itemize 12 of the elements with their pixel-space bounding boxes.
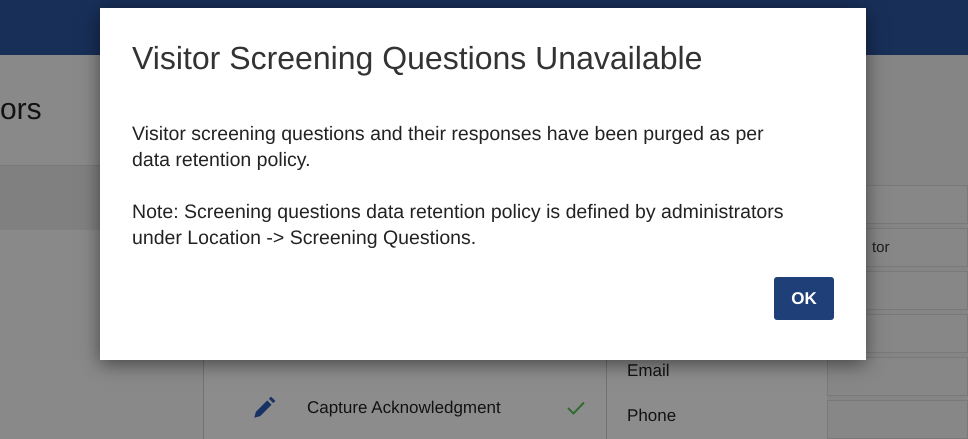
field-value: tor: [871, 239, 890, 256]
ok-button[interactable]: OK: [774, 277, 834, 320]
pen-icon: [251, 395, 277, 421]
dialog-title: Visitor Screening Questions Unavailable: [132, 40, 704, 77]
step-label: Capture Acknowledgment: [307, 398, 502, 418]
field-label: Email: [627, 360, 670, 381]
input-field[interactable]: [827, 357, 968, 396]
dialog-message: Visitor screening questions and their responses have been purged as per data retention policy.: [132, 122, 765, 173]
step-row[interactable]: Capture Acknowledgment: [204, 380, 606, 436]
field-label: Phone: [627, 406, 676, 426]
dialog-message: Note: Screening questions data retention policy is defined by administrators under Location -> Screening Questions.: [132, 200, 784, 251]
page-heading: ors: [0, 93, 42, 127]
